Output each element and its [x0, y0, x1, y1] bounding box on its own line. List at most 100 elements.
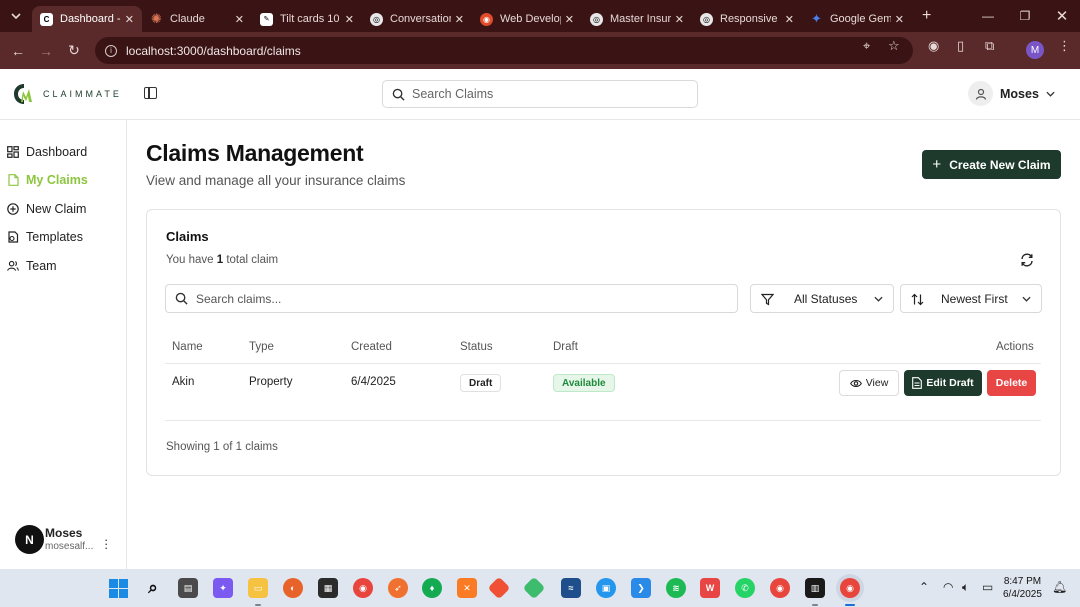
web-favicon-icon: ◉ [480, 12, 493, 26]
app-header: CLAIMMATE Search Claims Moses [0, 69, 1080, 120]
site-info-icon[interactable]: i [105, 44, 117, 57]
volume-icon[interactable]: 🔈︎ [962, 580, 969, 595]
column-header-name[interactable]: Name [172, 341, 203, 353]
browser-tab-claude[interactable]: ✺ Claude ✕ [142, 6, 252, 32]
gemini-favicon-icon: ✦ [811, 11, 822, 26]
browser-tab-conversation[interactable]: ◎ Conversation ✕ [362, 6, 472, 32]
postman-icon[interactable]: ➶ [388, 578, 408, 598]
device-icon[interactable]: ▯ [957, 38, 964, 54]
chrome-profile-icon[interactable]: ◉ [770, 578, 790, 598]
close-tab-icon[interactable]: ✕ [345, 13, 354, 26]
docker-icon[interactable]: ▣ [596, 578, 616, 598]
notification-bell-icon[interactable]: 🔔︎ [1052, 580, 1067, 594]
close-tab-icon[interactable]: ✕ [455, 13, 464, 26]
tab-search-button[interactable] [0, 0, 32, 32]
task-view-icon[interactable]: ▤ [178, 578, 198, 598]
new-tab-icon[interactable]: + [922, 7, 931, 25]
sort-icon [911, 293, 924, 306]
sidebar-toggle-icon[interactable] [144, 87, 157, 99]
browser-tab-tilt-cards[interactable]: ✎ Tilt cards 10 ✕ [252, 6, 362, 32]
wps-icon[interactable]: W [700, 578, 720, 598]
vscode-icon[interactable]: ❯ [631, 578, 651, 598]
git-icon[interactable] [487, 576, 511, 600]
sort-select[interactable]: Newest First [900, 284, 1042, 313]
app-icon[interactable]: ▥ [805, 578, 825, 598]
tray-overflow-icon[interactable]: ⌃ [919, 580, 929, 594]
extension-circle-icon[interactable]: ◉ [928, 38, 939, 54]
create-button-label: Create New Claim [949, 157, 1051, 172]
search-claims-input[interactable]: Search Claims [382, 80, 698, 108]
firefox-icon[interactable]: ◐ [283, 578, 303, 598]
openai-favicon-icon: ◎ [370, 12, 383, 26]
windows-start-icon[interactable] [108, 578, 128, 598]
refresh-icon[interactable] [1020, 253, 1034, 272]
edit-draft-button[interactable]: Edit Draft [904, 370, 982, 396]
chevron-down-icon [1022, 296, 1031, 302]
xampp-icon[interactable]: ✕ [457, 578, 477, 598]
bookmark-star-icon[interactable]: ☆ [888, 38, 900, 54]
claims-search-input[interactable]: Search claims... [165, 284, 738, 313]
delete-claim-button[interactable]: Delete [987, 370, 1036, 396]
browser-profile-avatar[interactable]: M [1026, 41, 1044, 59]
address-bar[interactable]: i localhost:3000/dashboard/claims [95, 37, 913, 64]
chrome-icon[interactable]: ◉ [353, 578, 373, 598]
close-window-icon[interactable]: ✕ [1044, 0, 1080, 32]
wifi-icon[interactable]: ◠ [943, 580, 953, 594]
view-claim-button[interactable]: View [839, 370, 899, 396]
sidebar-item-templates[interactable]: Templates [7, 230, 83, 244]
close-tab-icon[interactable]: ✕ [675, 13, 684, 26]
column-header-created[interactable]: Created [351, 341, 392, 353]
browser-tab-dashboard[interactable]: C Dashboard - ✕ [32, 6, 142, 32]
mysql-icon[interactable]: ≈ [561, 578, 581, 598]
taskbar-clock[interactable]: 8:47 PM 6/4/2025 [1003, 575, 1042, 601]
mongodb-icon[interactable]: ♦ [422, 578, 442, 598]
delete-button-label: Delete [995, 377, 1028, 389]
status-filter-select[interactable]: All Statuses [750, 284, 894, 313]
browser-tab-master-insur[interactable]: ◎ Master Insur ✕ [582, 6, 692, 32]
media-icon[interactable]: ▦ [318, 578, 338, 598]
browser-tab-responsive[interactable]: ◎ Responsive ✕ [692, 6, 802, 32]
extensions-puzzle-icon[interactable]: ⧉ [985, 38, 994, 54]
browser-tab-web-develop[interactable]: ◉ Web Develop ✕ [472, 6, 582, 32]
back-icon[interactable]: ← [4, 43, 32, 59]
android-studio-icon[interactable] [522, 576, 546, 600]
whatsapp-icon[interactable]: ✆ [735, 578, 755, 598]
sidebar-item-dashboard[interactable]: Dashboard [7, 145, 87, 159]
column-header-type[interactable]: Type [249, 341, 274, 353]
browser-tab-google-gem[interactable]: ✦ Google Gem ✕ [802, 6, 912, 32]
column-header-draft[interactable]: Draft [553, 341, 578, 353]
windows-taskbar: ⌕ ▤ ✦ ▭ ◐ ▦ ◉ ➶ ♦ ✕ ≈ ▣ ❯ ≋ W ✆ ◉ ▥ ◉ ⌃ … [0, 569, 1080, 607]
sidebar-item-team[interactable]: Team [7, 259, 57, 273]
create-new-claim-button[interactable]: + Create New Claim [922, 150, 1061, 179]
sidebar-item-my-claims[interactable]: My Claims [7, 173, 88, 187]
browser-menu-icon[interactable]: ⋮ [1058, 38, 1071, 54]
chrome-active-icon[interactable]: ◉ [840, 578, 860, 598]
sidebar: Dashboard My Claims New Claim Templates … [0, 120, 127, 569]
sidebar-user-email: mosesalf... [45, 540, 94, 552]
close-tab-icon[interactable]: ✕ [125, 13, 134, 26]
close-tab-icon[interactable]: ✕ [895, 13, 904, 26]
maximize-icon[interactable]: ❐ [1007, 0, 1043, 32]
codepen-favicon-icon: ✎ [260, 12, 273, 26]
copilot-icon[interactable]: ✦ [213, 578, 233, 598]
file-explorer-icon[interactable]: ▭ [248, 578, 268, 598]
close-tab-icon[interactable]: ✕ [565, 13, 574, 26]
search-icon[interactable]: ⌕ [143, 578, 163, 598]
claims-card: Claims You have 1 total claim Search cla… [146, 209, 1061, 476]
forward-icon[interactable]: → [32, 43, 60, 59]
url-text: localhost:3000/dashboard/claims [126, 43, 301, 58]
location-icon[interactable]: ⌖ [863, 38, 870, 54]
close-tab-icon[interactable]: ✕ [235, 13, 244, 26]
brand-logo[interactable]: CLAIMMATE [12, 82, 122, 106]
close-tab-icon[interactable]: ✕ [785, 13, 794, 26]
column-header-status[interactable]: Status [460, 341, 493, 353]
sidebar-item-new-claim[interactable]: New Claim [7, 202, 86, 216]
user-menu[interactable]: Moses [968, 81, 1055, 106]
spotify-icon[interactable]: ≋ [666, 578, 686, 598]
tab-label: Dashboard - [60, 13, 121, 25]
reload-icon[interactable]: ↻ [60, 42, 88, 59]
minimize-icon[interactable]: — [970, 0, 1006, 32]
battery-icon[interactable]: ▭ [982, 580, 993, 594]
more-options-icon[interactable]: · · · [104, 533, 108, 554]
sidebar-user[interactable]: N Moses mosesalf... [15, 525, 93, 554]
